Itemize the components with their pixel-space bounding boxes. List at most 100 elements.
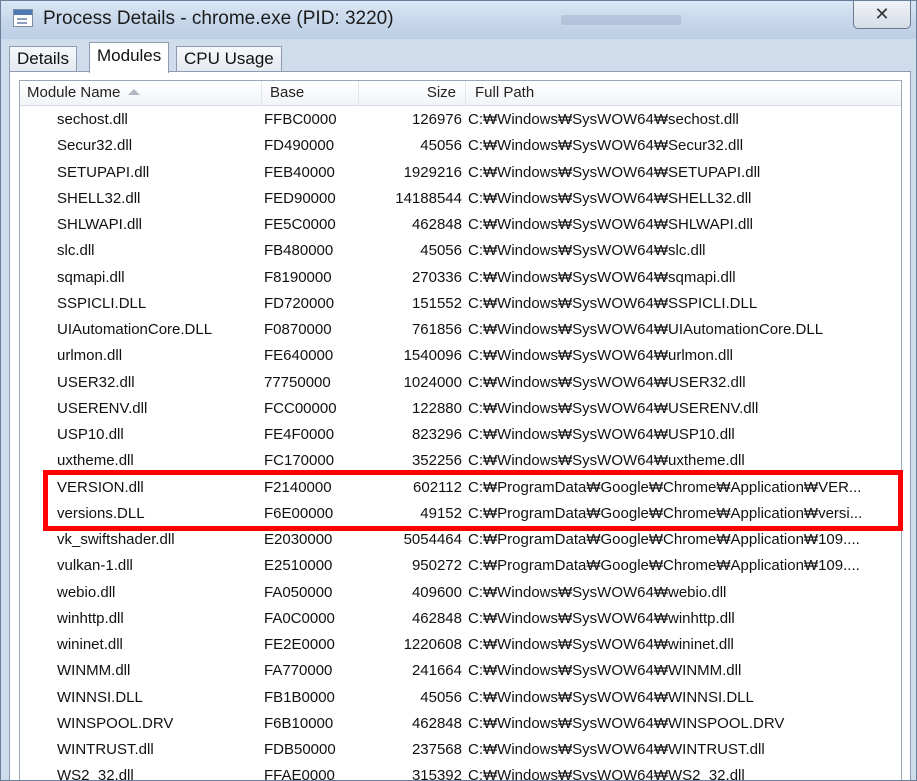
module-name-cell: sechost.dll (57, 111, 128, 128)
column-header-base[interactable]: Base (262, 81, 359, 106)
size-cell: 270336 (411, 268, 462, 286)
size-cell: 126976 (411, 111, 462, 128)
full-path-cell: C:₩Windows₩SysWOW64₩WINTRUST.dll (468, 741, 765, 758)
module-name-cell: slc.dll (57, 242, 95, 260)
full-path-cell: C:₩ProgramData₩Google₩Chrome₩Application… (468, 504, 863, 522)
base-address-cell: F8190000 (264, 268, 332, 286)
modules-list[interactable]: Module Name Base Size Full Path sechost.… (19, 80, 902, 781)
full-path-cell: C:₩Windows₩SysWOW64₩USERENV.dll (468, 399, 759, 417)
table-row[interactable]: winhttp.dll FA0C0000 462848 C:₩Windows₩SysW… (20, 606, 901, 632)
full-path-cell: C:₩Windows₩SysWOW64₩SHELL32.dll (468, 189, 752, 207)
table-row[interactable]: WINMM.dll FA770000 241664 C:₩Windows₩SysWOW… (20, 658, 901, 684)
column-header-full-path[interactable]: Full Path (466, 81, 901, 106)
list-rows: sechost.dll FFBC0000 126976 C:₩Windows₩SysW… (20, 107, 901, 781)
base-address-cell: FC170000 (264, 452, 335, 470)
table-row[interactable]: SHELL32.dll FED90000 14188544 C:₩Windows₩Sy… (20, 186, 901, 212)
title-bar[interactable]: Process Details - chrome.exe (PID: 3220)… (1, 1, 916, 39)
tab-details[interactable]: Details (9, 46, 77, 72)
full-path-cell: C:₩Windows₩SysWOW64₩WINNSI.DLL (468, 688, 754, 706)
table-row[interactable]: wininet.dll FE2E0000 1220608 C:₩Windows₩Sys… (20, 632, 901, 658)
base-address-cell: FB480000 (264, 242, 334, 260)
table-row[interactable]: vulkan-1.dll E2510000 950272 C:₩ProgramData… (20, 553, 901, 579)
table-row[interactable]: SHLWAPI.dll FE5C0000 462848 C:₩Windows₩SysW… (20, 212, 901, 238)
table-row[interactable]: urlmon.dll FE640000 1540096 C:₩Windows₩SysW… (20, 343, 901, 369)
full-path-cell: C:₩Windows₩SysWOW64₩webio.dll (468, 583, 727, 601)
table-row[interactable]: WINSPOOL.DRV F6B10000 462848 C:₩Windows₩Sys… (20, 711, 901, 737)
table-row[interactable]: USP10.dll FE4F0000 823296 C:₩Windows₩SysWOW… (20, 422, 901, 448)
module-name-cell: winhttp.dll (57, 609, 124, 627)
base-address-cell: FEB40000 (264, 163, 335, 181)
modules-panel: Module Name Base Size Full Path sechost.… (9, 71, 911, 781)
table-row[interactable]: vk_swiftshader.dll E2030000 5054464 C:₩Prog… (20, 527, 901, 553)
base-address-cell: E2030000 (264, 531, 333, 548)
size-cell: 602112 (413, 478, 462, 496)
base-address-cell: E2510000 (264, 557, 333, 575)
full-path-cell: C:₩Windows₩SysWOW64₩sechost.dll (468, 111, 739, 128)
module-name-cell: SHELL32.dll (57, 189, 141, 207)
module-name-cell: WINMM.dll (57, 662, 131, 680)
full-path-cell: C:₩Windows₩SysWOW64₩WINSPOOL.DRV (468, 714, 785, 732)
module-name-cell: USER32.dll (57, 373, 135, 391)
close-button[interactable]: ✕ (853, 1, 911, 29)
process-details-window: Process Details - chrome.exe (PID: 3220)… (0, 0, 917, 781)
base-address-cell: FE2E0000 (264, 636, 335, 653)
size-cell: 1929216 (403, 163, 462, 181)
table-row[interactable]: WINNSI.DLL FB1B0000 45056 C:₩Windows₩SysWOW… (20, 685, 901, 711)
table-row[interactable]: UIAutomationCore.DLL F0870000 761856 C:₩Win… (20, 317, 901, 343)
sort-ascending-icon (128, 89, 141, 95)
table-row[interactable]: uxtheme.dll FC170000 352256 C:₩Windows₩SysW… (20, 448, 901, 474)
table-row[interactable]: USER32.dll 77750000 1024000 C:₩Windows₩SysW… (20, 370, 901, 396)
full-path-cell: C:₩Windows₩SysWOW64₩SHLWAPI.dll (468, 216, 754, 233)
table-row[interactable]: slc.dll FB480000 45056 C:₩Windows₩SysWOW64₩… (20, 238, 901, 264)
base-address-cell: FD490000 (264, 137, 335, 155)
size-cell: 45056 (420, 242, 462, 260)
column-header-module-name[interactable]: Module Name (20, 81, 262, 106)
base-address-cell: FFAE0000 (264, 767, 335, 781)
full-path-cell: C:₩Windows₩SysWOW64₩SSPICLI.DLL (468, 294, 758, 312)
full-path-cell: C:₩Windows₩SysWOW64₩USP10.dll (468, 426, 735, 443)
table-row[interactable]: WINTRUST.dll FDB50000 237568 C:₩Windows₩Sys… (20, 737, 901, 763)
column-header-size[interactable]: Size (359, 81, 466, 106)
size-cell: 151552 (411, 294, 462, 312)
tab-strip: Details Modules CPU Usage (9, 42, 909, 73)
table-row[interactable]: sqmapi.dll F8190000 270336 C:₩Windows₩SysWO… (20, 265, 901, 291)
full-path-cell: C:₩Windows₩SysWOW64₩USER32.dll (468, 373, 746, 391)
size-cell: 1220608 (403, 636, 462, 653)
table-row[interactable]: versions.DLL F6E00000 49152 C:₩ProgramData₩… (20, 501, 901, 527)
table-row[interactable]: USERENV.dll FCC00000 122880 C:₩Windows₩SysW… (20, 396, 901, 422)
module-name-cell: vk_swiftshader.dll (57, 531, 175, 548)
table-row[interactable]: sechost.dll FFBC0000 126976 C:₩Windows₩SysW… (20, 107, 901, 133)
base-address-cell: F6B10000 (264, 714, 334, 732)
base-address-cell: FE5C0000 (264, 216, 336, 233)
size-cell: 352256 (411, 452, 462, 470)
base-address-cell: FE4F0000 (264, 426, 335, 443)
full-path-cell: C:₩Windows₩SysWOW64₩sqmapi.dll (468, 268, 736, 286)
size-cell: 237568 (411, 741, 462, 758)
window-title: Process Details - chrome.exe (PID: 3220) (43, 8, 394, 29)
module-name-cell: SHLWAPI.dll (57, 216, 143, 233)
window-app-icon (13, 9, 33, 27)
full-path-cell: C:₩Windows₩SysWOW64₩SETUPAPI.dll (468, 163, 761, 181)
base-address-cell: FDB50000 (264, 741, 336, 758)
module-name-cell: WINNSI.DLL (57, 688, 143, 706)
size-cell: 241664 (411, 662, 462, 680)
full-path-cell: C:₩ProgramData₩Google₩Chrome₩Application… (468, 478, 862, 496)
module-name-cell: vulkan-1.dll (57, 557, 133, 575)
table-row[interactable]: SETUPAPI.dll FEB40000 1929216 C:₩Windows₩Sy… (20, 160, 901, 186)
tab-modules[interactable]: Modules (89, 42, 170, 73)
table-row[interactable]: WS2_32.dll FFAE0000 315392 C:₩Windows₩SysWO… (20, 763, 901, 781)
size-cell: 823296 (411, 426, 462, 443)
table-row[interactable]: Secur32.dll FD490000 45056 C:₩Windows₩SysWO… (20, 133, 901, 159)
tab-cpu-usage[interactable]: CPU Usage (176, 46, 282, 72)
full-path-cell: C:₩Windows₩SysWOW64₩wininet.dll (468, 636, 734, 653)
table-row[interactable]: webio.dll FA050000 409600 C:₩Windows₩SysWOW… (20, 580, 901, 606)
module-name-cell: USERENV.dll (57, 399, 148, 417)
table-row[interactable]: SSPICLI.DLL FD720000 151552 C:₩Windows₩SysW… (20, 291, 901, 317)
size-cell: 315392 (411, 767, 462, 781)
base-address-cell: FA0C0000 (264, 609, 335, 627)
base-address-cell: FB1B0000 (264, 688, 335, 706)
size-cell: 409600 (411, 583, 462, 601)
module-name-cell: UIAutomationCore.DLL (57, 321, 213, 338)
base-address-cell: F6E00000 (264, 504, 334, 522)
table-row[interactable]: VERSION.dll F2140000 602112 C:₩ProgramData₩… (20, 475, 901, 501)
